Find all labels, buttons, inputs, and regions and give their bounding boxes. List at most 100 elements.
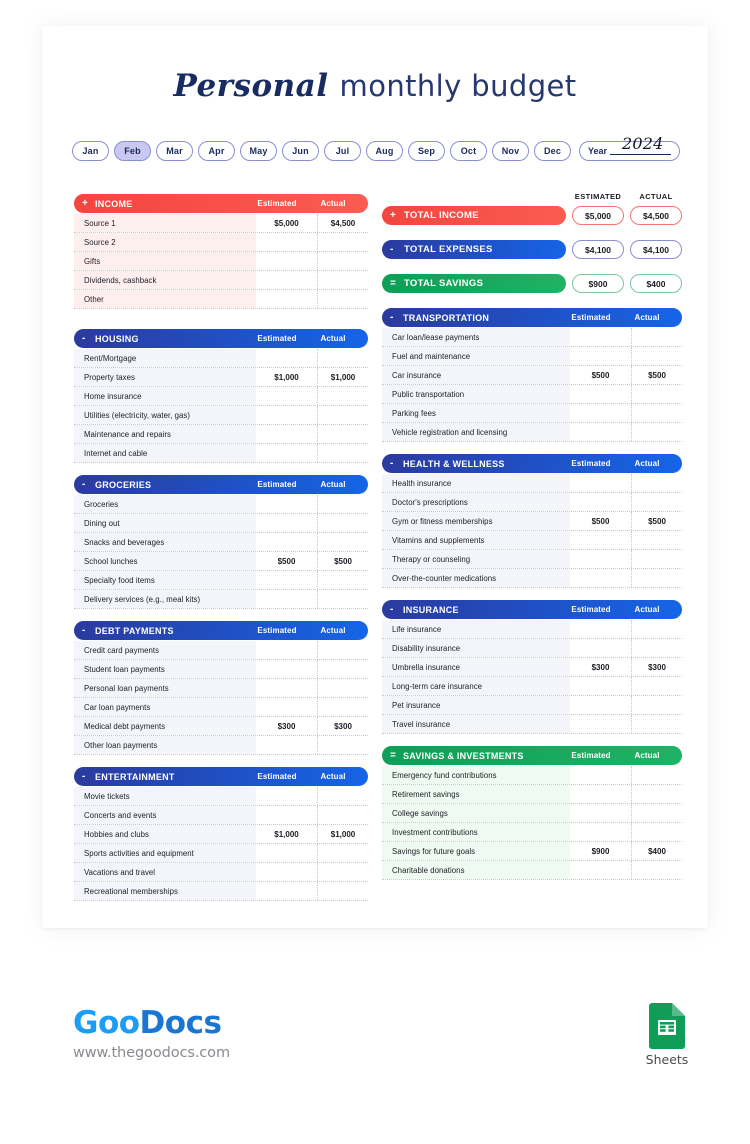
row-estimated[interactable] (256, 495, 318, 513)
table-row[interactable]: Savings for future goals $900 $400 (382, 842, 682, 861)
row-estimated[interactable] (570, 639, 632, 657)
row-actual[interactable] (318, 679, 368, 697)
row-estimated[interactable] (256, 679, 318, 697)
summary-estimated-value[interactable]: $4,100 (572, 240, 624, 259)
table-row[interactable]: Therapy or counseling (382, 550, 682, 569)
row-actual[interactable] (632, 493, 682, 511)
row-actual[interactable] (318, 590, 368, 608)
row-actual[interactable]: $500 (318, 552, 368, 570)
row-estimated[interactable] (256, 425, 318, 443)
row-actual[interactable] (318, 514, 368, 532)
table-row[interactable]: Parking fees (382, 404, 682, 423)
table-row[interactable]: Movie tickets (74, 787, 368, 806)
row-estimated[interactable] (570, 328, 632, 346)
table-row[interactable]: Rent/Mortgage (74, 349, 368, 368)
table-row[interactable]: Over-the-counter medications (382, 569, 682, 588)
table-row[interactable]: Disability insurance (382, 639, 682, 658)
row-estimated[interactable] (256, 863, 318, 881)
row-actual[interactable]: $300 (318, 717, 368, 735)
month-pill-dec[interactable]: Dec (534, 141, 571, 161)
row-estimated[interactable] (256, 806, 318, 824)
row-estimated[interactable] (256, 271, 318, 289)
row-estimated[interactable] (570, 423, 632, 441)
row-actual[interactable] (318, 290, 368, 308)
row-estimated[interactable] (256, 660, 318, 678)
row-estimated[interactable] (570, 823, 632, 841)
row-actual[interactable] (632, 804, 682, 822)
row-estimated[interactable] (256, 533, 318, 551)
row-estimated[interactable] (256, 736, 318, 754)
row-actual[interactable]: $500 (632, 366, 682, 384)
row-estimated[interactable] (570, 347, 632, 365)
table-row[interactable]: Internet and cable (74, 444, 368, 463)
row-actual[interactable] (318, 271, 368, 289)
table-row[interactable]: Long-term care insurance (382, 677, 682, 696)
table-row[interactable]: Other loan payments (74, 736, 368, 755)
row-actual[interactable]: $4,500 (318, 214, 368, 232)
row-estimated[interactable] (570, 785, 632, 803)
row-actual[interactable] (632, 347, 682, 365)
month-pill-apr[interactable]: Apr (198, 141, 235, 161)
row-actual[interactable] (632, 550, 682, 568)
row-actual[interactable] (632, 620, 682, 638)
table-row[interactable]: Credit card payments (74, 641, 368, 660)
row-actual[interactable] (318, 806, 368, 824)
row-estimated[interactable] (256, 252, 318, 270)
table-row[interactable]: Home insurance (74, 387, 368, 406)
row-estimated[interactable]: $5,000 (256, 214, 318, 232)
row-actual[interactable] (318, 444, 368, 462)
row-actual[interactable] (318, 571, 368, 589)
table-row[interactable]: Vehicle registration and licensing (382, 423, 682, 442)
month-pill-jan[interactable]: Jan (72, 141, 109, 161)
year-field[interactable]: Year 2024 (579, 134, 680, 161)
table-row[interactable]: Gifts (74, 252, 368, 271)
row-estimated[interactable]: $300 (256, 717, 318, 735)
row-estimated[interactable] (256, 406, 318, 424)
row-actual[interactable]: $400 (632, 842, 682, 860)
table-row[interactable]: School lunches $500 $500 (74, 552, 368, 571)
table-row[interactable]: Fuel and maintenance (382, 347, 682, 366)
month-pill-sep[interactable]: Sep (408, 141, 445, 161)
row-estimated[interactable] (570, 696, 632, 714)
row-actual[interactable] (632, 423, 682, 441)
row-actual[interactable] (318, 495, 368, 513)
row-estimated[interactable] (256, 590, 318, 608)
table-row[interactable]: Umbrella insurance $300 $300 (382, 658, 682, 677)
row-estimated[interactable] (570, 569, 632, 587)
row-estimated[interactable] (570, 804, 632, 822)
row-estimated[interactable] (570, 474, 632, 492)
row-estimated[interactable] (256, 290, 318, 308)
table-row[interactable]: Other (74, 290, 368, 309)
row-actual[interactable] (318, 252, 368, 270)
table-row[interactable]: Groceries (74, 495, 368, 514)
row-estimated[interactable] (570, 715, 632, 733)
table-row[interactable]: Travel insurance (382, 715, 682, 734)
row-actual[interactable]: $300 (632, 658, 682, 676)
row-estimated[interactable] (256, 233, 318, 251)
table-row[interactable]: Car insurance $500 $500 (382, 366, 682, 385)
row-actual[interactable] (632, 696, 682, 714)
table-row[interactable]: Sports activities and equipment (74, 844, 368, 863)
month-pill-feb[interactable]: Feb (114, 141, 151, 161)
row-actual[interactable] (318, 387, 368, 405)
row-actual[interactable]: $500 (632, 512, 682, 530)
row-estimated[interactable] (256, 514, 318, 532)
row-estimated[interactable] (570, 493, 632, 511)
table-row[interactable]: Concerts and events (74, 806, 368, 825)
table-row[interactable]: Car loan/lease payments (382, 328, 682, 347)
summary-actual-value[interactable]: $4,100 (630, 240, 682, 259)
table-row[interactable]: Property taxes $1,000 $1,000 (74, 368, 368, 387)
row-estimated[interactable]: $500 (570, 512, 632, 530)
row-estimated[interactable] (570, 550, 632, 568)
month-selector[interactable]: Jan Feb Mar Apr May Jun Jul Aug Sep Oct Nov Dec Year… (72, 134, 682, 161)
row-actual[interactable] (318, 863, 368, 881)
table-row[interactable]: Hobbies and clubs $1,000 $1,000 (74, 825, 368, 844)
table-row[interactable]: Recreational memberships (74, 882, 368, 901)
row-actual[interactable] (632, 785, 682, 803)
row-actual[interactable] (632, 474, 682, 492)
row-estimated[interactable] (256, 387, 318, 405)
row-estimated[interactable] (256, 641, 318, 659)
table-row[interactable]: Emergency fund contributions (382, 766, 682, 785)
row-actual[interactable] (632, 404, 682, 422)
summary-estimated-value[interactable]: $5,000 (572, 206, 624, 225)
